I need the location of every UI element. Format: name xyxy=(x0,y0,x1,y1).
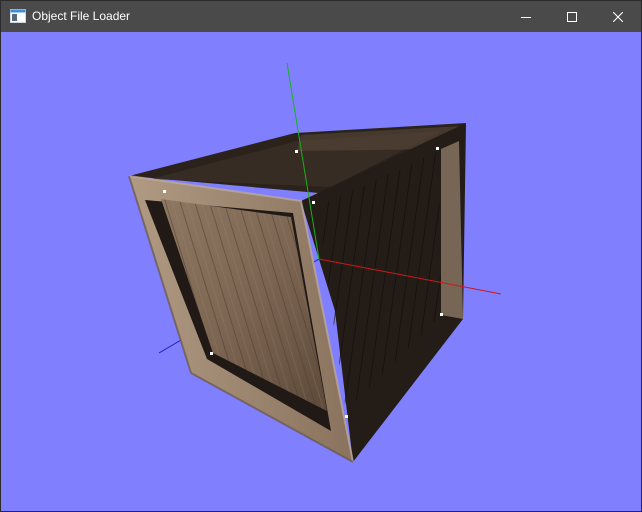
minimize-button[interactable] xyxy=(503,1,549,32)
vertex-marker xyxy=(163,190,166,193)
maximize-icon xyxy=(567,11,577,22)
crate-scene xyxy=(128,62,502,463)
close-button[interactable] xyxy=(595,1,641,32)
vertex-marker xyxy=(210,352,213,355)
title-bar[interactable]: Object File Loader xyxy=(1,1,641,32)
close-icon xyxy=(613,11,623,22)
vertex-marker xyxy=(312,201,315,204)
vertex-marker xyxy=(440,313,443,316)
render-viewport[interactable] xyxy=(1,32,641,511)
vertex-marker xyxy=(436,147,439,150)
app-window: Object File Loader xyxy=(0,0,642,512)
vertex-marker xyxy=(295,150,298,153)
app-window-icon xyxy=(10,9,26,23)
window-title: Object File Loader xyxy=(32,9,131,23)
minimize-icon xyxy=(521,16,531,18)
maximize-button[interactable] xyxy=(549,1,595,32)
vertex-marker xyxy=(345,415,348,418)
